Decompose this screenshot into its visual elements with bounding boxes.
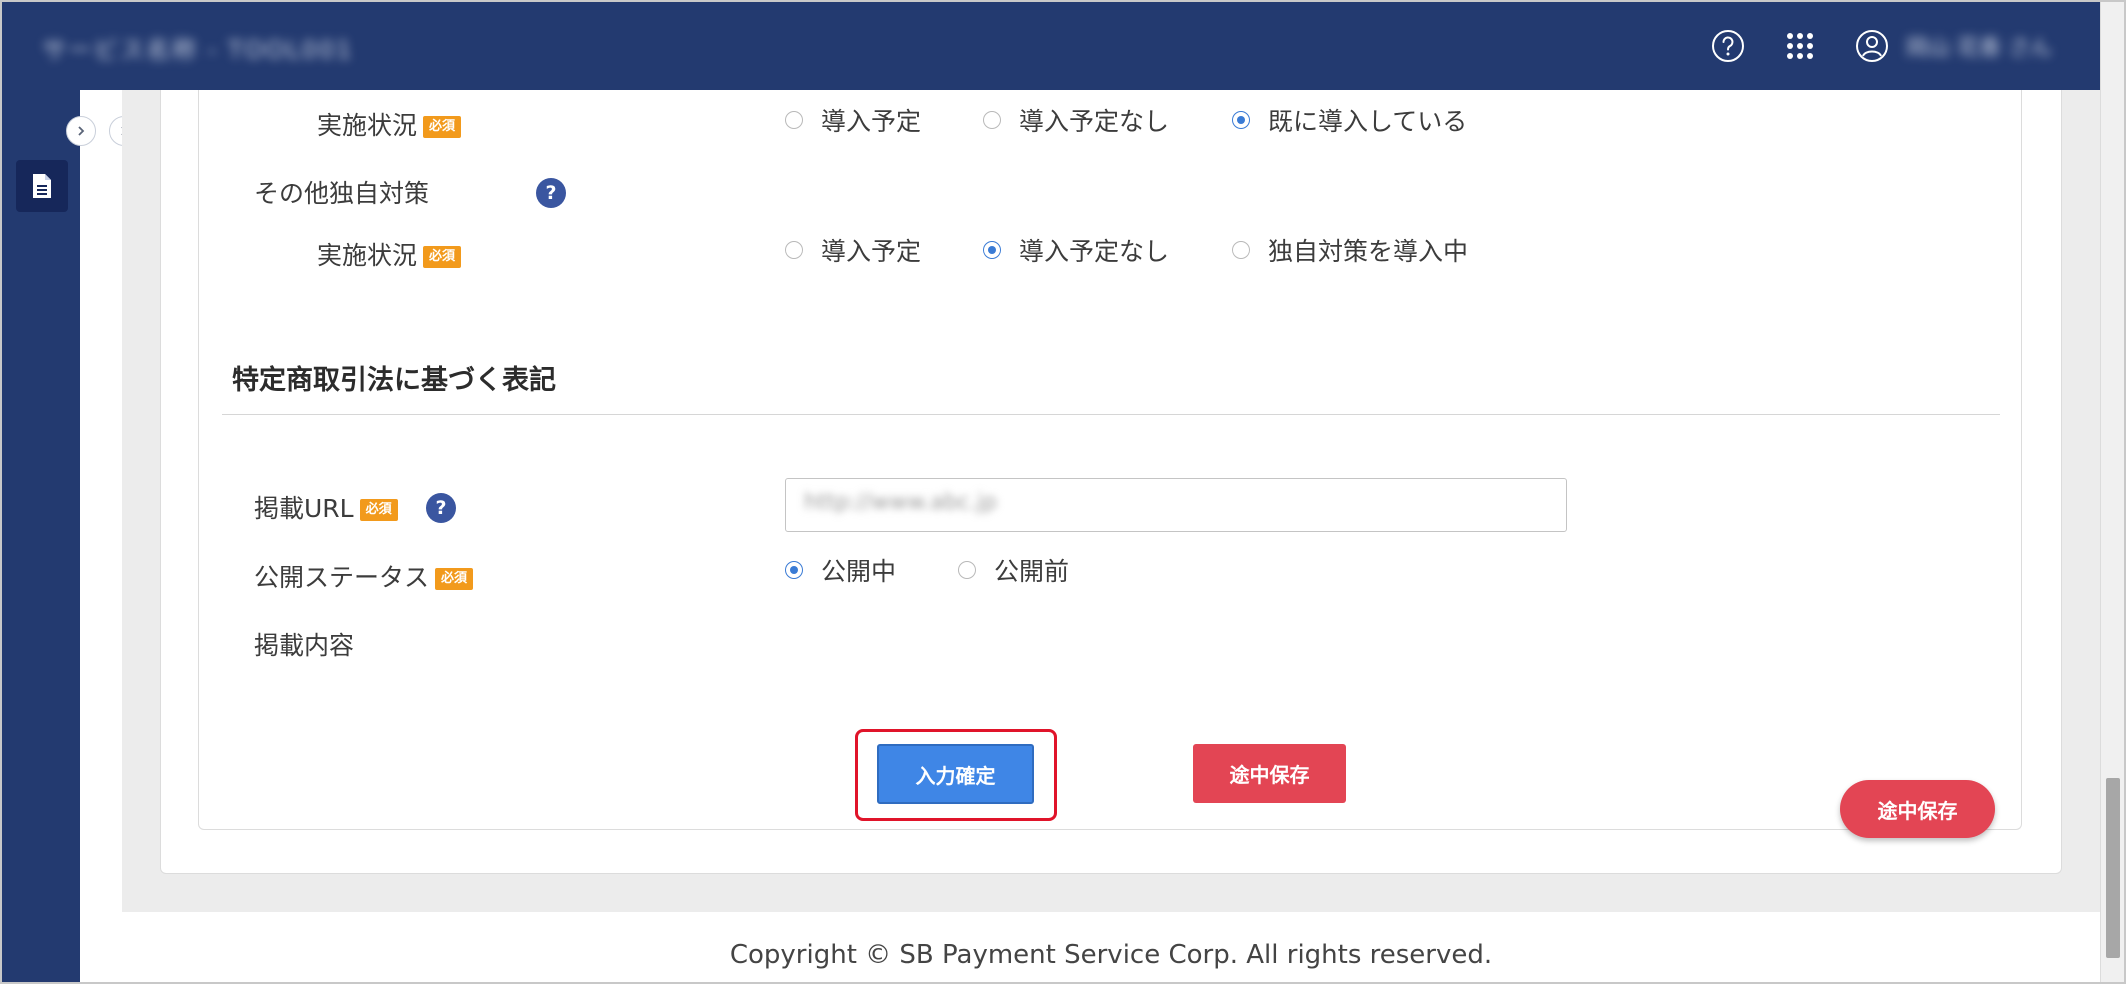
url-input-value: http://www.abc.jp <box>804 490 997 515</box>
publish-status-label: 公開ステータス 必須 <box>254 558 474 594</box>
sidebar <box>2 90 80 982</box>
form-section-card <box>198 90 2022 830</box>
help-circle-icon[interactable] <box>1710 28 1746 64</box>
user-account-icon[interactable] <box>1854 28 1890 64</box>
radio-not-planned[interactable]: 導入予定なし <box>983 232 1232 268</box>
required-badge: 必須 <box>423 246 462 268</box>
floating-save-draft-button[interactable]: 途中保存 <box>1840 780 1995 838</box>
radio-not-planned[interactable]: 導入予定なし <box>983 102 1232 138</box>
radio-planned[interactable]: 導入予定 <box>785 232 983 268</box>
save-draft-button[interactable]: 途中保存 <box>1193 744 1346 803</box>
content-label: 掲載内容 <box>254 631 355 660</box>
sidebar-expand-button[interactable] <box>66 116 96 146</box>
radio-published[interactable]: 公開中 <box>785 552 958 588</box>
url-label: 掲載URL 必須 <box>254 489 398 525</box>
browser-viewport: サービス名称 - TOOL001 岡山 花香 さん 実施状況 必須 導入予定 導… <box>0 0 2126 984</box>
app-title: サービス名称 - TOOL001 <box>42 36 354 64</box>
radio-planned[interactable]: 導入予定 <box>785 102 983 138</box>
status-radio-group: 導入予定 導入予定なし 既に導入している <box>785 100 1467 140</box>
radio-already-introduced[interactable]: 既に導入している <box>1232 102 1467 138</box>
app-grid-icon[interactable] <box>1782 28 1818 64</box>
document-icon <box>33 174 51 198</box>
required-badge: 必須 <box>359 499 398 521</box>
copyright-text: Copyright © SB Payment Service Corp. All… <box>729 940 1493 970</box>
document-button[interactable] <box>16 160 68 212</box>
confirm-input-button[interactable]: 入力確定 <box>877 744 1034 804</box>
chevron-right-icon <box>78 126 85 136</box>
top-header: サービス名称 - TOOL001 岡山 花香 さん <box>2 2 2100 90</box>
help-icon[interactable]: ? <box>536 178 566 208</box>
publish-radio-group: 公開中 公開前 <box>785 550 1069 590</box>
section-divider <box>222 414 2000 415</box>
required-badge: 必須 <box>423 116 462 138</box>
user-name[interactable]: 岡山 花香 さん <box>1906 30 2052 62</box>
footer: Copyright © SB Payment Service Corp. All… <box>122 912 2100 982</box>
status-label: 実施状況 必須 <box>317 236 462 272</box>
status-label: 実施状況 必須 <box>317 106 462 142</box>
radio-own-measures[interactable]: 独自対策を導入中 <box>1232 232 1468 268</box>
vertical-scrollbar[interactable] <box>2100 2 2124 982</box>
radio-unpublished[interactable]: 公開前 <box>958 552 1069 588</box>
status-radio-group: 導入予定 導入予定なし 独自対策を導入中 <box>785 230 1468 270</box>
scrollbar-thumb[interactable] <box>2106 778 2120 958</box>
section-title: 特定商取引法に基づく表記 <box>232 365 556 396</box>
help-icon[interactable]: ? <box>426 493 456 523</box>
other-measures-label: その他独自対策 <box>254 179 430 208</box>
required-badge: 必須 <box>435 568 474 590</box>
